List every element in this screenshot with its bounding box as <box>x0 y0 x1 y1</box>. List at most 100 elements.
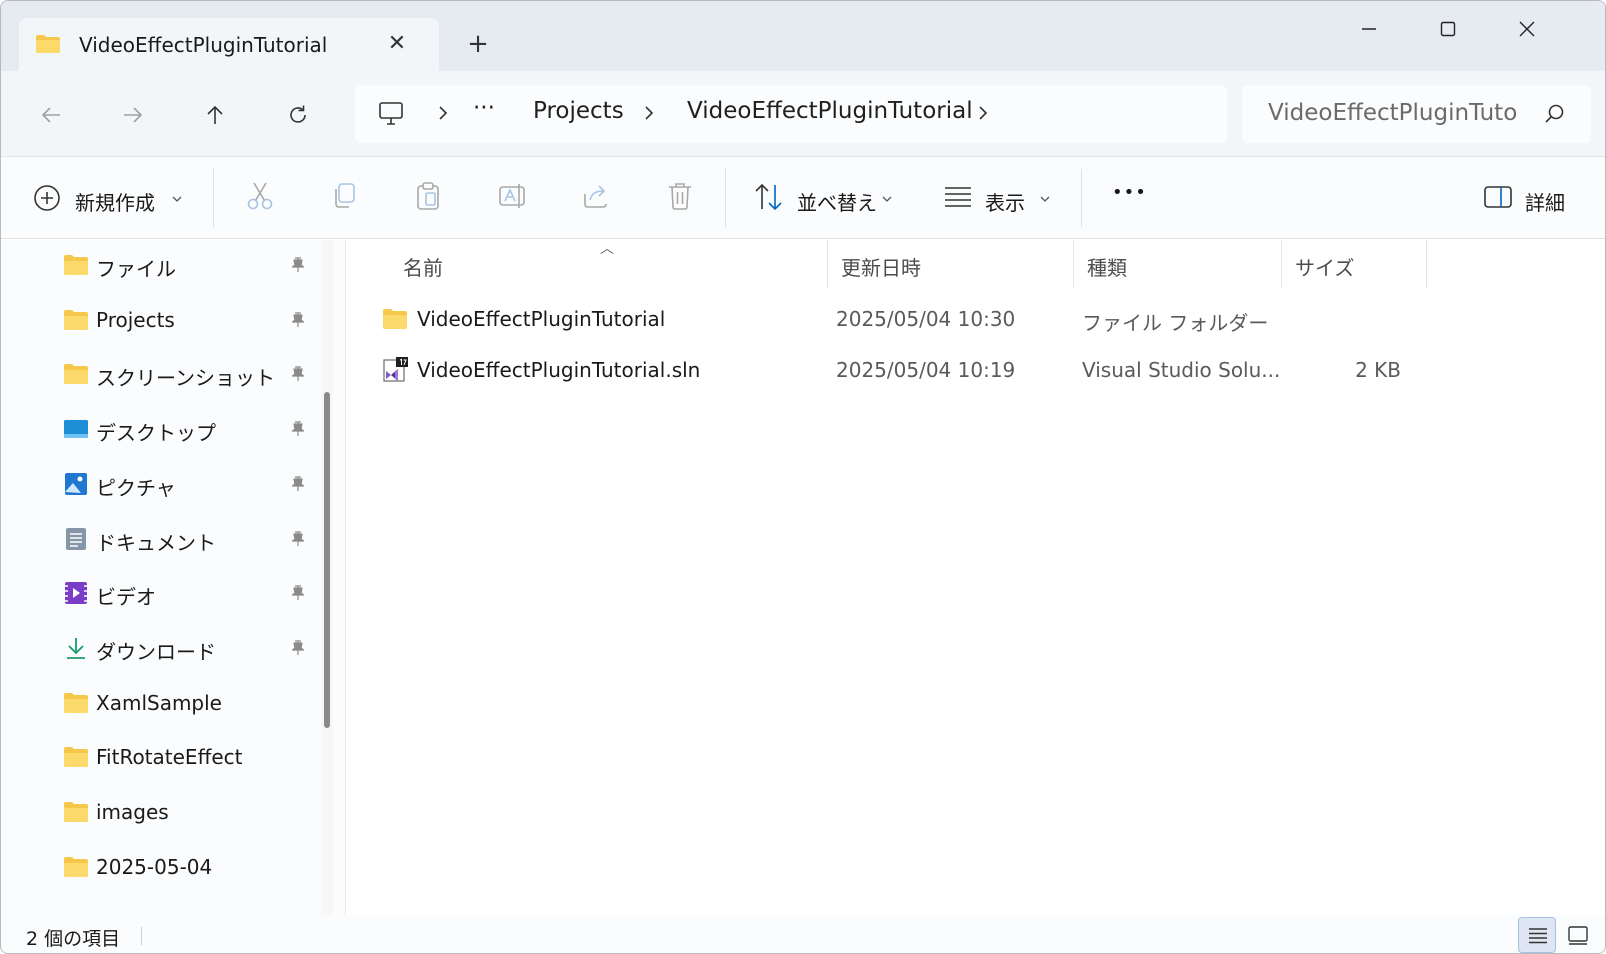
pin-icon[interactable] <box>289 639 307 657</box>
refresh-button[interactable] <box>276 93 320 137</box>
visual-studio-solution-icon <box>383 357 408 382</box>
sidebar-item-label: ファイル <box>96 257 176 281</box>
paste-button[interactable] <box>411 178 451 218</box>
column-divider[interactable] <box>1281 240 1282 288</box>
sidebar-item[interactable]: ダウンロード <box>1 625 321 675</box>
delete-button[interactable] <box>663 178 703 218</box>
search-icon[interactable] <box>1543 102 1567 126</box>
file-size: 2 KB <box>1355 358 1401 382</box>
sidebar-item-label: 2025-05-04 <box>96 854 213 879</box>
nav-scrollbar-thumb[interactable] <box>324 392 330 728</box>
nav-scrollbar[interactable] <box>321 240 333 915</box>
chevron-down-icon <box>882 196 892 202</box>
sidebar-item[interactable]: 2025-05-04 <box>1 844 321 894</box>
view-button[interactable]: 表示 <box>941 178 1061 218</box>
details-view-button[interactable] <box>1518 917 1556 953</box>
pin-icon[interactable] <box>289 475 307 493</box>
arrow-up-icon <box>207 105 223 124</box>
address-toolbar: ··· Projects VideoEffectPluginTutorial V… <box>1 71 1605 157</box>
forward-button[interactable] <box>111 93 155 137</box>
column-header-name[interactable]: 名前 <box>403 252 443 281</box>
sidebar-item-label: images <box>96 800 169 824</box>
view-label: 表示 <box>985 191 1025 215</box>
details-pane-icon <box>1484 186 1512 208</box>
close-tab-button[interactable]: ✕ <box>381 28 413 60</box>
pin-icon[interactable] <box>289 420 307 438</box>
more-options-button[interactable]: ••• <box>1106 178 1146 218</box>
new-label: 新規作成 <box>75 191 155 215</box>
search-input[interactable]: VideoEffectPluginTuto <box>1268 100 1517 126</box>
sidebar-item[interactable]: ピクチャ <box>1 461 321 511</box>
details-view-icon <box>1529 928 1547 944</box>
sidebar-item[interactable]: ビデオ <box>1 570 321 620</box>
up-button[interactable] <box>193 93 237 137</box>
tiles-view-icon <box>1568 926 1588 945</box>
rename-button[interactable] <box>495 178 535 218</box>
pin-icon[interactable] <box>289 584 307 602</box>
sidebar-item[interactable]: Projects <box>1 297 321 347</box>
column-divider[interactable] <box>827 240 828 288</box>
back-button[interactable] <box>29 93 73 137</box>
sidebar-item[interactable]: スクリーンショット <box>1 351 321 401</box>
share-button[interactable] <box>579 178 619 218</box>
tab-videoeffectplugintutorial[interactable]: VideoEffectPluginTutorial ✕ <box>19 18 439 72</box>
maximize-button[interactable] <box>1418 9 1478 49</box>
pin-icon[interactable] <box>289 365 307 383</box>
column-divider[interactable] <box>1426 240 1427 288</box>
breadcrumb-overflow[interactable]: ··· <box>473 95 495 121</box>
pin-icon[interactable] <box>289 256 307 274</box>
file-row[interactable]: VideoEffectPluginTutorial.sln 2025/05/04… <box>366 347 1426 395</box>
close-window-button[interactable] <box>1497 9 1557 49</box>
tab-title: VideoEffectPluginTutorial <box>79 33 328 57</box>
file-type: Visual Studio Solu... <box>1082 358 1281 382</box>
list-view-icon <box>945 187 971 207</box>
new-button[interactable]: 新規作成 <box>31 178 191 218</box>
pin-icon[interactable] <box>289 530 307 548</box>
address-bar[interactable]: ··· Projects VideoEffectPluginTutorial <box>355 85 1227 143</box>
new-tab-button[interactable]: + <box>463 29 493 59</box>
details-pane-button[interactable]: 詳細 <box>1481 178 1581 218</box>
sidebar-item[interactable]: XamlSample <box>1 680 321 730</box>
chevron-down-icon <box>172 196 182 202</box>
sidebar-item-label: Projects <box>96 307 175 332</box>
copy-button[interactable] <box>327 178 367 218</box>
arrow-right-icon <box>124 107 143 123</box>
file-explorer-window: VideoEffectPluginTutorial ✕ + ··· Projec… <box>0 0 1606 954</box>
plus-circle-icon <box>34 185 60 211</box>
folder-icon <box>36 35 60 53</box>
pictures-icon <box>65 472 87 495</box>
pin-icon[interactable] <box>289 311 307 329</box>
file-name: VideoEffectPluginTutorial <box>417 307 666 331</box>
sidebar-item-label: FitRotateEffect <box>96 745 243 770</box>
chevron-right-icon[interactable] <box>435 103 451 123</box>
copy-icon <box>335 183 355 208</box>
trash-icon <box>669 183 691 210</box>
search-box[interactable]: VideoEffectPluginTuto <box>1242 85 1591 143</box>
chevron-right-icon[interactable] <box>641 103 657 123</box>
breadcrumb-projects[interactable]: Projects <box>533 98 624 124</box>
file-type: ファイル フォルダー <box>1082 311 1269 335</box>
divider <box>1081 169 1082 227</box>
column-header-type[interactable]: 種類 <box>1087 252 1127 281</box>
sidebar-item[interactable]: images <box>1 789 321 839</box>
minimize-button[interactable] <box>1339 9 1399 49</box>
file-modified: 2025/05/04 10:30 <box>836 307 1016 331</box>
tiles-view-button[interactable] <box>1559 917 1597 953</box>
cut-button[interactable] <box>243 178 283 218</box>
column-divider[interactable] <box>1073 240 1074 288</box>
sidebar-item[interactable]: ファイル <box>1 242 321 292</box>
sidebar-item[interactable]: ドキュメント <box>1 516 321 566</box>
file-row[interactable]: VideoEffectPluginTutorial 2025/05/04 10:… <box>366 296 1426 344</box>
file-name: VideoEffectPluginTutorial.sln <box>417 358 701 382</box>
chevron-right-icon[interactable] <box>975 103 991 123</box>
sidebar-item-label: スクリーンショット <box>96 366 275 391</box>
sidebar-item[interactable]: FitRotateEffect <box>1 734 321 784</box>
column-header-size[interactable]: サイズ <box>1295 252 1354 281</box>
sort-button[interactable]: 並べ替え <box>751 178 901 218</box>
breadcrumb-videoeffectplugintutorial[interactable]: VideoEffectPluginTutorial <box>687 98 973 124</box>
sidebar-item[interactable]: デスクトップ <box>1 406 321 456</box>
more-options-icon: ••• <box>1112 182 1147 203</box>
sidebar-item-label: ドキュメント <box>96 530 216 555</box>
column-header-modified[interactable]: 更新日時 <box>841 252 921 281</box>
sort-ascending-icon: ︿ <box>600 241 614 257</box>
